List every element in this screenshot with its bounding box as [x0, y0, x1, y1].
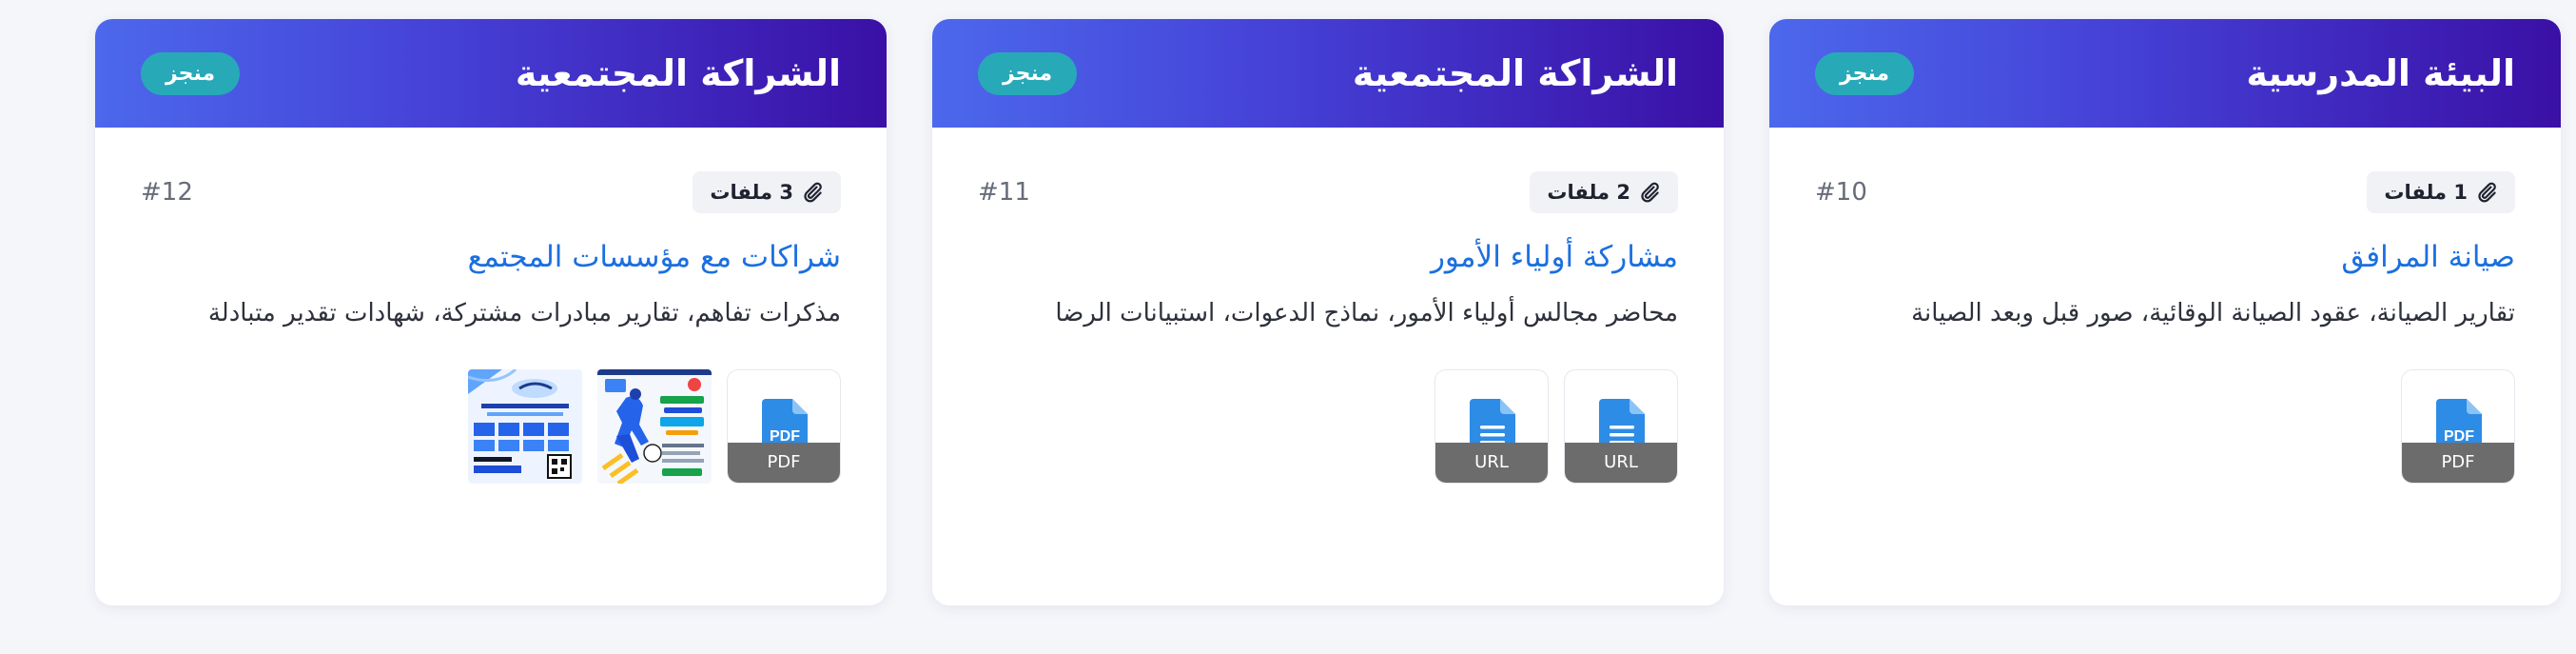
paperclip-icon [2478, 182, 2496, 203]
file-type-label: PDF [728, 443, 840, 483]
certificate-thumbnail[interactable] [468, 369, 582, 484]
card-meta: 3 ملفات #12 [141, 171, 841, 213]
item-number: #12 [141, 178, 193, 207]
file-type-label: URL [1435, 443, 1548, 483]
attachments-list: PDF PDF [2401, 369, 2515, 484]
card-facility-maintenance[interactable]: البيئة المدرسية منجز 1 ملفات #10 صيانة ا… [1769, 19, 2561, 605]
card-meta: 2 ملفات #11 [978, 171, 1678, 213]
files-count-label: 1 ملفات [2384, 181, 2468, 204]
card-community-partnerships[interactable]: الشراكة المجتمعية منجز 3 ملفات #12 شراكا… [95, 19, 887, 605]
files-count-badge: 3 ملفات [693, 171, 841, 213]
football-poster-image [597, 369, 712, 484]
item-title-link[interactable]: شراكات مع مؤسسات المجتمع [141, 240, 841, 274]
football-poster-thumbnail[interactable] [597, 369, 712, 484]
card-header: الشراكة المجتمعية منجز [932, 19, 1724, 128]
files-count-badge: 1 ملفات [2367, 171, 2515, 213]
files-count-label: 3 ملفات [710, 181, 793, 204]
file-type-label: PDF [2402, 443, 2514, 483]
attachment-url[interactable]: URL [1434, 369, 1549, 484]
attachment-pdf[interactable]: PDF PDF [727, 369, 841, 484]
paperclip-icon [804, 182, 822, 203]
status-badge: منجز [1815, 51, 1915, 95]
attachments-list: URL URL [1434, 369, 1678, 484]
attachment-url[interactable]: URL [1564, 369, 1678, 484]
cards-container: البيئة المدرسية منجز 1 ملفات #10 صيانة ا… [95, 19, 2561, 605]
certificate-image [468, 369, 582, 484]
card-meta: 1 ملفات #10 [1815, 171, 2515, 213]
files-count-label: 2 ملفات [1547, 181, 1630, 204]
status-badge: منجز [141, 51, 241, 95]
item-title-link[interactable]: صيانة المرافق [1815, 240, 2515, 274]
attachment-pdf[interactable]: PDF PDF [2401, 369, 2515, 484]
card-header: الشراكة المجتمعية منجز [95, 19, 887, 128]
item-number: #11 [978, 178, 1030, 207]
card-category: البيئة المدرسية [2246, 52, 2515, 94]
attachments-list: PDF PDF [468, 369, 841, 484]
file-type-label: URL [1565, 443, 1677, 483]
item-number: #10 [1815, 178, 1867, 207]
item-title-link[interactable]: مشاركة أولياء الأمور [978, 240, 1678, 274]
item-description: تقارير الصيانة، عقود الصيانة الوقائية، ص… [1911, 299, 2515, 327]
files-count-badge: 2 ملفات [1530, 171, 1678, 213]
card-category: الشراكة المجتمعية [515, 52, 841, 94]
card-parents-participation[interactable]: الشراكة المجتمعية منجز 2 ملفات #11 مشارك… [932, 19, 1724, 605]
item-description: محاضر مجالس أولياء الأمور، نماذج الدعوات… [1055, 299, 1678, 327]
paperclip-icon [1641, 182, 1659, 203]
card-category: الشراكة المجتمعية [1352, 52, 1678, 94]
card-header: البيئة المدرسية منجز [1769, 19, 2561, 128]
item-description: مذكرات تفاهم، تقارير مبادرات مشتركة، شها… [207, 299, 841, 327]
status-badge: منجز [978, 51, 1078, 95]
